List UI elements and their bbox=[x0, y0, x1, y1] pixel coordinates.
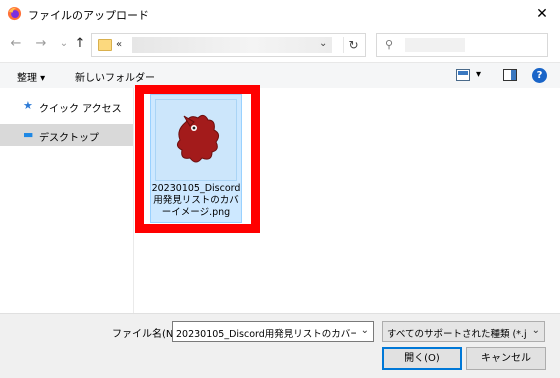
desktop-icon: ▬ bbox=[23, 128, 34, 141]
refresh-icon[interactable]: ↻ bbox=[343, 37, 363, 53]
cancel-button[interactable]: キャンセル bbox=[466, 347, 546, 370]
address-dropdown-chevron-icon[interactable]: ⌄ bbox=[319, 38, 327, 49]
folder-icon bbox=[98, 39, 112, 51]
filetype-select[interactable]: すべてのサポートされた種類 (*.jpg; ⌄ bbox=[382, 321, 545, 342]
up-arrow-icon[interactable]: ↑ bbox=[72, 36, 88, 52]
nav-item-desktop[interactable]: ▬ デスクトップ bbox=[0, 124, 133, 146]
title-bar: ファイルのアップロード ✕ bbox=[0, 0, 560, 28]
window-title: ファイルのアップロード bbox=[28, 9, 149, 22]
filename-value: 20230105_Discord用発見リストのカバーイメ bbox=[176, 329, 356, 340]
view-options-icon[interactable] bbox=[456, 69, 470, 81]
nav-item-label: デスクトップ bbox=[39, 133, 99, 144]
firefox-icon bbox=[7, 6, 22, 21]
search-input[interactable]: ⚲ bbox=[376, 33, 548, 57]
navigation-bar: ← → ⌄ ↑ « ⌄ ↻ ⚲ bbox=[0, 28, 560, 62]
search-placeholder-redacted bbox=[405, 38, 465, 52]
forward-arrow-icon[interactable]: → bbox=[33, 36, 49, 52]
nav-item-label: クイック アクセス bbox=[39, 104, 122, 115]
recent-locations-chevron-icon[interactable]: ⌄ bbox=[56, 36, 72, 52]
back-arrow-icon[interactable]: ← bbox=[8, 36, 24, 52]
view-dropdown-chevron-icon[interactable]: ▾ bbox=[476, 69, 481, 80]
new-folder-button[interactable]: 新しいフォルダー bbox=[75, 69, 155, 84]
organize-button[interactable]: 整理 ▾ bbox=[17, 69, 45, 84]
filetype-value: すべてのサポートされた種類 (*.jpg; bbox=[387, 329, 527, 340]
dialog-footer: ファイル名(N): 20230105_Discord用発見リストのカバーイメ ⌄… bbox=[0, 313, 560, 378]
address-overflow-crumb[interactable]: « bbox=[116, 39, 122, 50]
filename-dropdown-chevron-icon[interactable]: ⌄ bbox=[361, 325, 369, 336]
search-icon: ⚲ bbox=[385, 38, 394, 51]
address-path-redacted bbox=[132, 37, 332, 53]
help-icon[interactable]: ? bbox=[532, 68, 547, 83]
close-icon[interactable]: ✕ bbox=[524, 0, 560, 28]
preview-pane-icon[interactable] bbox=[503, 69, 517, 81]
filetype-dropdown-chevron-icon: ⌄ bbox=[531, 325, 540, 336]
command-toolbar: 整理 ▾ 新しいフォルダー ▾ ? bbox=[0, 62, 560, 88]
open-button[interactable]: 開く(O) bbox=[382, 347, 462, 370]
quick-access-star-icon: ★ bbox=[23, 99, 33, 112]
navigation-pane: ★ クイック アクセス ▬ デスクトップ bbox=[0, 88, 133, 313]
nav-item-quick-access[interactable]: ★ クイック アクセス bbox=[0, 95, 133, 117]
highlight-box bbox=[135, 85, 260, 233]
filename-label: ファイル名(N): bbox=[112, 329, 181, 340]
filename-field[interactable]: 20230105_Discord用発見リストのカバーイメ ⌄ bbox=[172, 321, 374, 342]
address-bar[interactable]: « ⌄ ↻ bbox=[91, 33, 366, 57]
